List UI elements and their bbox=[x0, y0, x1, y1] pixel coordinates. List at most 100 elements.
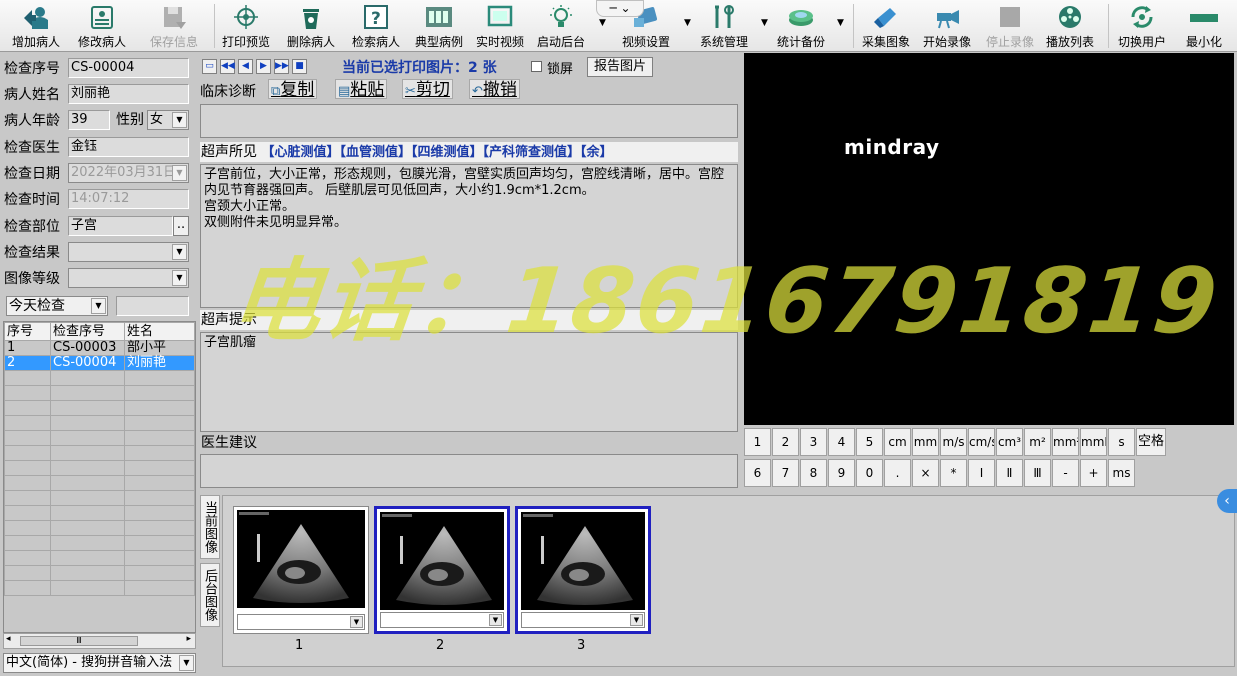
lock-screen-checkbox[interactable] bbox=[531, 61, 542, 72]
thumbnail-select[interactable]: ▼ bbox=[521, 612, 645, 628]
image-thumbnail[interactable]: ▼ bbox=[515, 506, 651, 634]
prev-record-icon[interactable]: ◀ bbox=[238, 59, 253, 74]
keypad-key[interactable]: * bbox=[940, 459, 967, 487]
table-row[interactable]: 1 CS-00003 部小平 bbox=[4, 340, 195, 356]
undo-button[interactable]: ↶撤销 bbox=[469, 79, 520, 100]
window-restore-icon[interactable]: ▭ bbox=[202, 59, 217, 74]
image-grade-select[interactable]: ▼ bbox=[68, 268, 189, 288]
start-record-button[interactable]: 开始录像 bbox=[923, 2, 971, 50]
keypad-key[interactable]: Ⅱ bbox=[996, 459, 1023, 487]
keypad-key[interactable]: + bbox=[1080, 459, 1107, 487]
cut-button[interactable]: ✂剪切 bbox=[402, 79, 453, 100]
capture-image-button[interactable]: 采集图象 bbox=[862, 2, 910, 50]
stop-record-button[interactable]: 停止录像 bbox=[986, 2, 1034, 50]
exam-date-picker[interactable]: 2022年03月31日 ▼ bbox=[68, 163, 189, 183]
keypad-key[interactable]: 0 bbox=[856, 459, 883, 487]
advice-text[interactable] bbox=[200, 454, 738, 488]
switch-user-button[interactable]: 切换用户 bbox=[1118, 2, 1166, 50]
doctor-field[interactable]: 金钰 bbox=[68, 137, 189, 157]
keypad-key[interactable]: ms bbox=[1108, 459, 1135, 487]
next-record-icon[interactable]: ▶ bbox=[256, 59, 271, 74]
keypad-key[interactable]: mm² bbox=[1052, 428, 1079, 456]
print-preview-button[interactable]: 打印预览 bbox=[222, 2, 270, 50]
first-record-icon[interactable]: ◀◀ bbox=[220, 59, 235, 74]
live-video-button[interactable]: 实时视频 bbox=[476, 2, 524, 50]
findings-template-links[interactable]: 【心脏测值】【血管测值】【四维测值】【产科筛查测值】【余】 bbox=[261, 145, 612, 160]
thumbnail-select[interactable]: ▼ bbox=[380, 612, 504, 628]
col-header-exam-no[interactable]: 检查序号 bbox=[50, 322, 125, 341]
stats-backup-button[interactable]: 统计备份 bbox=[777, 2, 825, 50]
keypad-key[interactable]: Ⅲ bbox=[1024, 459, 1051, 487]
image-thumbnail[interactable]: ▼ bbox=[374, 506, 510, 634]
window-controls[interactable]: ─ ⌄ bbox=[596, 0, 644, 17]
keypad-key[interactable]: 2 bbox=[772, 428, 799, 456]
keypad-key[interactable]: 6 bbox=[744, 459, 771, 487]
keypad-key[interactable]: m/s bbox=[940, 428, 967, 456]
keypad-key[interactable]: 8 bbox=[800, 459, 827, 487]
copy-label: 复制 bbox=[280, 80, 315, 100]
typical-case-button[interactable]: 典型病例 bbox=[415, 2, 463, 50]
tab-current-images[interactable]: 当前图像 bbox=[200, 495, 220, 559]
col-header-name[interactable]: 姓名 bbox=[124, 322, 195, 341]
scroll-right-icon[interactable]: ▸ bbox=[186, 634, 191, 644]
keypad-key[interactable]: m² bbox=[1024, 428, 1051, 456]
last-record-icon[interactable]: ▶▶ bbox=[274, 59, 289, 74]
edit-patient-button[interactable]: 修改病人 bbox=[78, 2, 126, 50]
keypad-key[interactable]: 5 bbox=[856, 428, 883, 456]
exam-part-field[interactable]: 子宫 bbox=[68, 216, 173, 236]
exam-part-browse-button[interactable]: .. bbox=[173, 216, 189, 236]
findings-text[interactable]: 子宫前位，大小正常，形态规则，包膜光滑，宫壁实质回声均匀，宫腔线清晰，居中。宫腔… bbox=[200, 164, 738, 308]
filter-text-field[interactable] bbox=[116, 296, 189, 316]
exam-no-field[interactable]: CS-00004 bbox=[68, 58, 189, 78]
tab-background-images[interactable]: 后台图像 bbox=[200, 563, 220, 627]
keypad-key[interactable]: s bbox=[1108, 428, 1135, 456]
keypad-key[interactable]: 1 bbox=[744, 428, 771, 456]
sex-select[interactable]: 女 ▼ bbox=[147, 110, 189, 130]
search-patient-button[interactable]: ? 检索病人 bbox=[352, 2, 400, 50]
keypad-key[interactable]: × bbox=[912, 459, 939, 487]
keypad-key[interactable]: cm bbox=[884, 428, 911, 456]
start-backend-button[interactable]: 启动后台 bbox=[537, 2, 585, 50]
patient-name-label: 病人姓名 bbox=[4, 87, 60, 103]
keypad-key[interactable]: mmHg bbox=[1080, 428, 1107, 456]
live-video-view[interactable]: mindray bbox=[744, 53, 1234, 425]
keypad-key[interactable]: cm/s bbox=[968, 428, 995, 456]
patient-age-field[interactable]: 39 bbox=[68, 110, 110, 130]
keypad-key[interactable]: - bbox=[1052, 459, 1079, 487]
delete-patient-button[interactable]: 删除病人 bbox=[287, 2, 335, 50]
patient-name-field[interactable]: 刘丽艳 bbox=[68, 84, 189, 104]
col-header-no[interactable]: 序号 bbox=[4, 322, 51, 341]
keypad-key[interactable]: 4 bbox=[828, 428, 855, 456]
add-patient-button[interactable]: 增加病人 bbox=[12, 2, 60, 50]
stop-record-nav-icon[interactable]: ■ bbox=[292, 59, 307, 74]
system-admin-button[interactable]: 系统管理 bbox=[700, 2, 748, 50]
keypad-key[interactable]: 3 bbox=[800, 428, 827, 456]
scroll-left-icon[interactable]: ◂ bbox=[6, 634, 11, 644]
ime-select[interactable]: 中文(简体) - 搜狗拼音输入法 ▼ bbox=[3, 653, 196, 673]
keypad-key[interactable]: mm bbox=[912, 428, 939, 456]
keypad-key[interactable]: 7 bbox=[772, 459, 799, 487]
list-horizontal-scrollbar[interactable]: ◂ Ⅲ ▸ bbox=[3, 633, 196, 649]
report-image-button[interactable]: 报告图片 bbox=[587, 57, 653, 77]
thumbnail-select[interactable]: ▼ bbox=[237, 614, 365, 630]
exam-filter-select[interactable]: 今天检查 ▼ bbox=[6, 296, 108, 316]
minimize-button[interactable]: 最小化 bbox=[1186, 2, 1222, 50]
keypad-key[interactable]: . bbox=[884, 459, 911, 487]
keypad-key[interactable]: 9 bbox=[828, 459, 855, 487]
keypad-key[interactable]: cm³ bbox=[996, 428, 1023, 456]
table-row[interactable]: 2 CS-00004 刘丽艳 bbox=[4, 355, 195, 371]
collapse-panel-icon[interactable]: ‹ bbox=[1217, 489, 1237, 513]
hint-text[interactable]: 子宫肌瘤 bbox=[200, 332, 738, 432]
clinical-diagnosis-text[interactable] bbox=[200, 104, 738, 138]
keypad-key[interactable]: Ⅰ bbox=[968, 459, 995, 487]
save-info-button[interactable]: 保存信息 bbox=[150, 2, 198, 50]
keypad-key[interactable]: 空格 bbox=[1136, 428, 1166, 456]
exam-time-field[interactable]: 14:07:12 bbox=[68, 189, 189, 209]
exam-result-select[interactable]: ▼ bbox=[68, 242, 189, 262]
paste-button[interactable]: ▤粘贴 bbox=[335, 79, 388, 100]
playlist-button[interactable]: 播放列表 bbox=[1046, 2, 1094, 50]
scroll-thumb[interactable]: Ⅲ bbox=[20, 636, 138, 646]
image-thumbnail[interactable]: ▼ bbox=[233, 506, 369, 634]
copy-button[interactable]: ⧉复制 bbox=[268, 79, 318, 100]
thumbnail-number: 1 bbox=[295, 638, 304, 653]
